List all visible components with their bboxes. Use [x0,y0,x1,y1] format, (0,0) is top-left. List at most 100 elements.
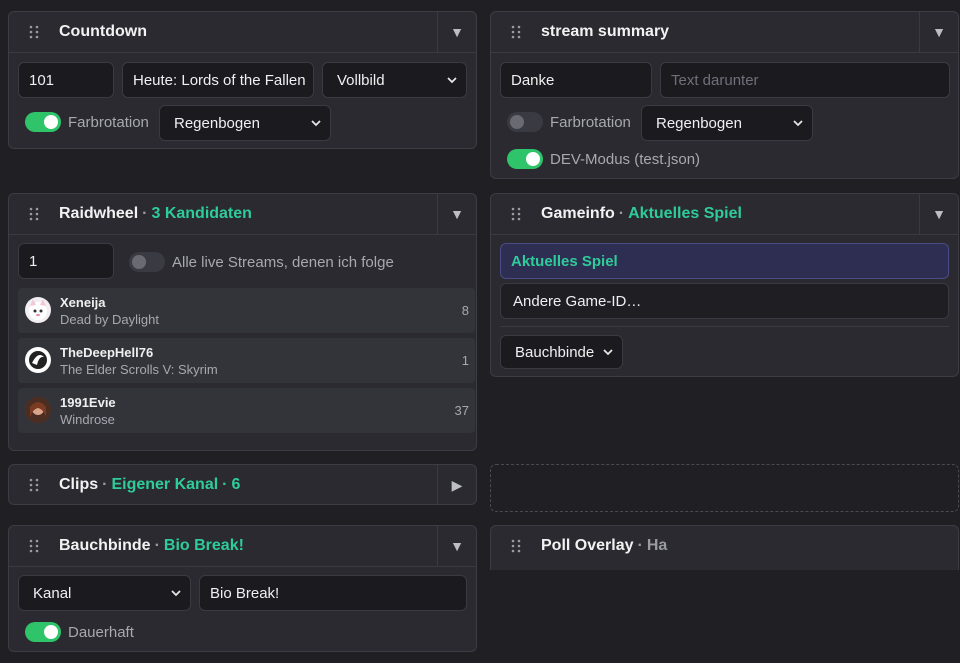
drag-handle-icon[interactable] [9,207,59,221]
empty-drop-slot[interactable] [490,464,959,512]
summary-text-input[interactable]: Danke [500,62,652,98]
panel-title: Poll Overlay [541,537,634,554]
drag-handle-icon[interactable] [491,539,541,553]
clips-panel: Clips · Eigener Kanal · 6 ▶ [8,464,477,505]
bauchbinde-text-input[interactable]: Bio Break! [199,575,467,611]
clips-count: 6 [231,476,241,493]
collapse-toggle[interactable]: ▼ [437,526,476,566]
panel-title: Raidwheel [59,205,139,222]
select-value: Regenbogen [656,114,742,132]
gameinfo-target-select[interactable]: Bauchbinde [500,335,623,369]
panel-title: Countdown [59,23,147,40]
drag-handle-icon[interactable] [9,25,59,39]
poll-overlay-header[interactable]: Poll Overlay · Ha [491,526,958,566]
gameinfo-panel: Gameinfo · Aktuelles Spiel ▼ Aktuelles S… [490,193,959,377]
list-item[interactable]: TheDeepHell76 The Elder Scrolls V: Skyri… [18,338,475,383]
select-value: Kanal [33,584,72,602]
select-value: Regenbogen [174,114,260,132]
poll-overlay-panel: Poll Overlay · Ha [490,525,959,570]
select-chevron-icon [603,349,613,356]
chevron-down-icon: ▼ [450,206,464,222]
panel-subtitle: Aktuelles Spiel [628,205,742,222]
title-separator: · [637,537,643,554]
select-chevron-icon [793,120,803,127]
raidwheel-number-input[interactable]: 1 [18,243,114,279]
title-separator: · [618,205,625,222]
panel-subtitle: Eigener Kanal [111,476,219,493]
bauchbinde-panel: Bauchbinde · Bio Break! ▼ Kanal Bio Brea… [8,525,477,652]
list-item[interactable]: Xeneija Dead by Daylight 8 [18,288,475,333]
bauchbinde-type-select[interactable]: Kanal [18,575,191,611]
avatar [25,397,51,423]
chevron-down-icon: ▼ [932,24,946,40]
title-separator: · [154,537,160,554]
countdown-mode-select[interactable]: Vollbild [322,62,467,98]
collapse-toggle[interactable]: ▼ [919,12,958,52]
panel-title: stream summary [541,23,670,40]
drag-handle-icon[interactable] [9,539,59,553]
expand-toggle[interactable]: ▶ [437,465,476,504]
raidwheel-panel: Raidwheel · 3 Kandidaten ▼ 1 Alle live S… [8,193,477,451]
chevron-down-icon: ▼ [450,538,464,554]
candidate-game: The Elder Scrolls V: Skyrim [60,362,218,377]
permanent-switch[interactable] [25,622,61,642]
all-streams-switch[interactable] [129,252,165,272]
avatar [25,297,51,323]
panel-subtitle: 3 Kandidaten [151,205,252,222]
countdown-text-input[interactable]: Heute: Lords of the Fallen [122,62,314,98]
chevron-down-icon: ▼ [450,24,464,40]
all-streams-label: Alle live Streams, denen ich folge [172,254,394,271]
divider [500,326,949,327]
panel-title: Bauchbinde [59,537,151,554]
summary-color-select[interactable]: Regenbogen [641,105,813,141]
chevron-down-icon: ▼ [932,206,946,222]
countdown-color-select[interactable]: Regenbogen [159,105,331,141]
drag-handle-icon[interactable] [9,478,59,492]
raidwheel-header[interactable]: Raidwheel · 3 Kandidaten ▼ [9,194,476,235]
list-item[interactable]: 1991Evie Windrose 37 [18,388,475,433]
title-separator: · [222,476,228,493]
countdown-number-input[interactable]: 101 [18,62,114,98]
countdown-panel: Countdown ▼ 101 Heute: Lords of the Fall… [8,11,477,149]
candidate-name: TheDeepHell76 [60,345,154,360]
color-rotation-switch[interactable] [507,112,543,132]
select-chevron-icon [311,120,321,127]
drag-handle-icon[interactable] [491,25,541,39]
clips-header[interactable]: Clips · Eigener Kanal · 6 ▶ [9,465,476,504]
collapse-toggle[interactable]: ▼ [437,12,476,52]
avatar [25,347,51,373]
stream-summary-header[interactable]: stream summary ▼ [491,12,958,53]
select-value: Vollbild [337,71,385,89]
bauchbinde-header[interactable]: Bauchbinde · Bio Break! ▼ [9,526,476,567]
select-chevron-icon [447,77,457,84]
dev-mode-label: DEV-Modus (test.json) [550,151,701,168]
countdown-header[interactable]: Countdown ▼ [9,12,476,53]
gameinfo-header[interactable]: Gameinfo · Aktuelles Spiel ▼ [491,194,958,235]
stream-summary-panel: stream summary ▼ Danke Text darunter Far… [490,11,959,179]
select-chevron-icon [171,590,181,597]
title-separator: · [142,205,148,222]
candidate-name: 1991Evie [60,395,116,410]
select-value: Bauchbinde [515,343,595,361]
panel-subtitle: Bio Break! [163,537,244,554]
candidate-count: 37 [454,403,469,418]
chevron-right-icon: ▶ [451,476,463,493]
color-rotation-label: Farbrotation [550,114,631,131]
drag-handle-icon[interactable] [491,207,541,221]
collapse-toggle[interactable]: ▼ [437,194,476,234]
permanent-label: Dauerhaft [68,624,134,641]
panel-title: Gameinfo [541,205,615,222]
candidate-count: 1 [461,353,469,368]
panel-title: Clips [59,476,99,493]
collapse-toggle[interactable]: ▼ [919,194,958,234]
option-other-game-id[interactable]: Andere Game-ID… [500,283,949,319]
option-current-game[interactable]: Aktuelles Spiel [500,243,949,279]
candidate-name: Xeneija [60,295,106,310]
color-rotation-switch[interactable] [25,112,61,132]
color-rotation-label: Farbrotation [68,114,149,131]
summary-subtext-input[interactable]: Text darunter [660,62,950,98]
candidate-game: Dead by Daylight [60,312,159,327]
candidate-count: 8 [461,303,469,318]
panel-subtitle: Ha [646,537,668,554]
dev-mode-switch[interactable] [507,149,543,169]
